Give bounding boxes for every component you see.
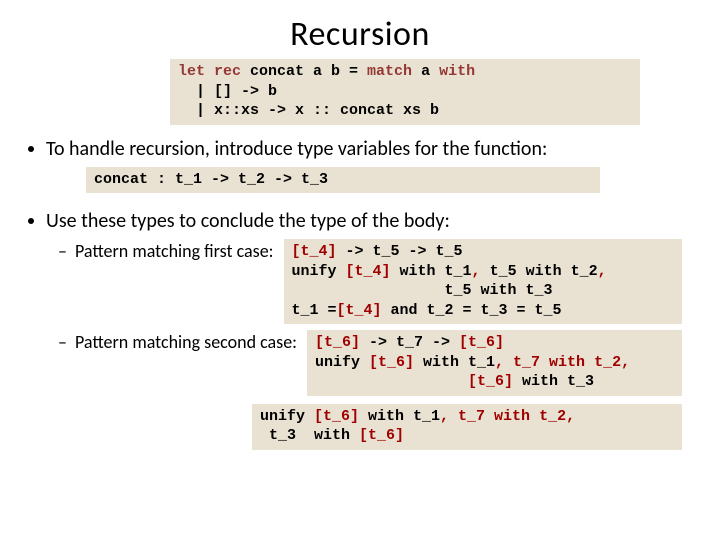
code-text: with t_1 [414, 354, 495, 371]
code-red: , [598, 263, 607, 280]
code-text: t_1 = [292, 302, 337, 319]
sub-bullet-label: Pattern matching second case: [75, 330, 307, 354]
bullet-dot-icon [28, 146, 34, 152]
code-red: , t_7 with t_2 [440, 408, 566, 425]
code-text: with t_1 [391, 263, 472, 280]
code-red: [t_6] [369, 354, 414, 371]
code-line: | x::xs -> x :: concat xs b [178, 102, 439, 119]
code-red: , [566, 408, 575, 425]
code-text: t_3 with [260, 427, 359, 444]
sub-bullet-1: – Pattern matching first case: [t_4] -> … [58, 239, 692, 324]
code-red: , t_7 with t_2 [495, 354, 621, 371]
code-red: [t_6] [315, 334, 360, 351]
code-red: [t_6] [459, 334, 504, 351]
code-text: t_5 with t_3 [292, 282, 553, 299]
code-red: [t_6] [468, 373, 513, 390]
code-text: unify [292, 263, 346, 280]
sub-bullet-2: – Pattern matching second case: [t_6] ->… [58, 330, 692, 396]
code-block-signature: concat : t_1 -> t_2 -> t_3 [86, 167, 600, 194]
code-red: [t_4] [346, 263, 391, 280]
dash-icon: – [58, 239, 75, 263]
code-text: concat a b = [250, 63, 367, 80]
code-red: , [472, 263, 481, 280]
code-text: unify [315, 354, 369, 371]
code-red: [t_6] [359, 427, 404, 444]
code-text: and t_2 = t_3 = t_5 [382, 302, 562, 319]
code-text: t_5 with t_2 [481, 263, 598, 280]
code-text: with t_1 [359, 408, 440, 425]
code-block-definition: let rec concat a b = match a with | [] -… [170, 59, 640, 125]
code-line: | [] -> b [178, 83, 277, 100]
code-line: concat : t_1 -> t_2 -> t_3 [94, 171, 328, 188]
dash-icon: – [58, 330, 75, 354]
bullet-text: Use these types to conclude the type of … [46, 209, 450, 233]
code-block-case-2: [t_6] -> t_7 -> [t_6] unify [t_6] with t… [307, 330, 682, 396]
code-block-case-1: [t_4] -> t_5 -> t_5 unify [t_4] with t_1… [284, 239, 683, 324]
code-text: with t_3 [513, 373, 594, 390]
keyword-match: match [367, 63, 421, 80]
code-text: -> t_5 -> t_5 [337, 243, 463, 260]
code-red: , [621, 354, 630, 371]
sub-bullet-label: Pattern matching first case: [75, 239, 284, 263]
code-text: a [421, 63, 439, 80]
slide-title: Recursion [0, 0, 720, 57]
code-red: [t_6] [314, 408, 359, 425]
bullet-1: To handle recursion, introduce type vari… [0, 131, 720, 163]
code-text [315, 373, 468, 390]
keyword-with: with [439, 63, 475, 80]
bullet-2: Use these types to conclude the type of … [0, 203, 720, 235]
bullet-text: To handle recursion, introduce type vari… [46, 137, 547, 161]
bullet-dot-icon [28, 218, 34, 224]
code-text: -> t_7 -> [360, 334, 459, 351]
code-text: unify [260, 408, 314, 425]
keyword-let-rec: let rec [178, 63, 250, 80]
code-block-unify-final: unify [t_6] with t_1, t_7 with t_2, t_3 … [252, 404, 682, 450]
code-red: [t_4] [292, 243, 337, 260]
code-red: [t_4] [337, 302, 382, 319]
